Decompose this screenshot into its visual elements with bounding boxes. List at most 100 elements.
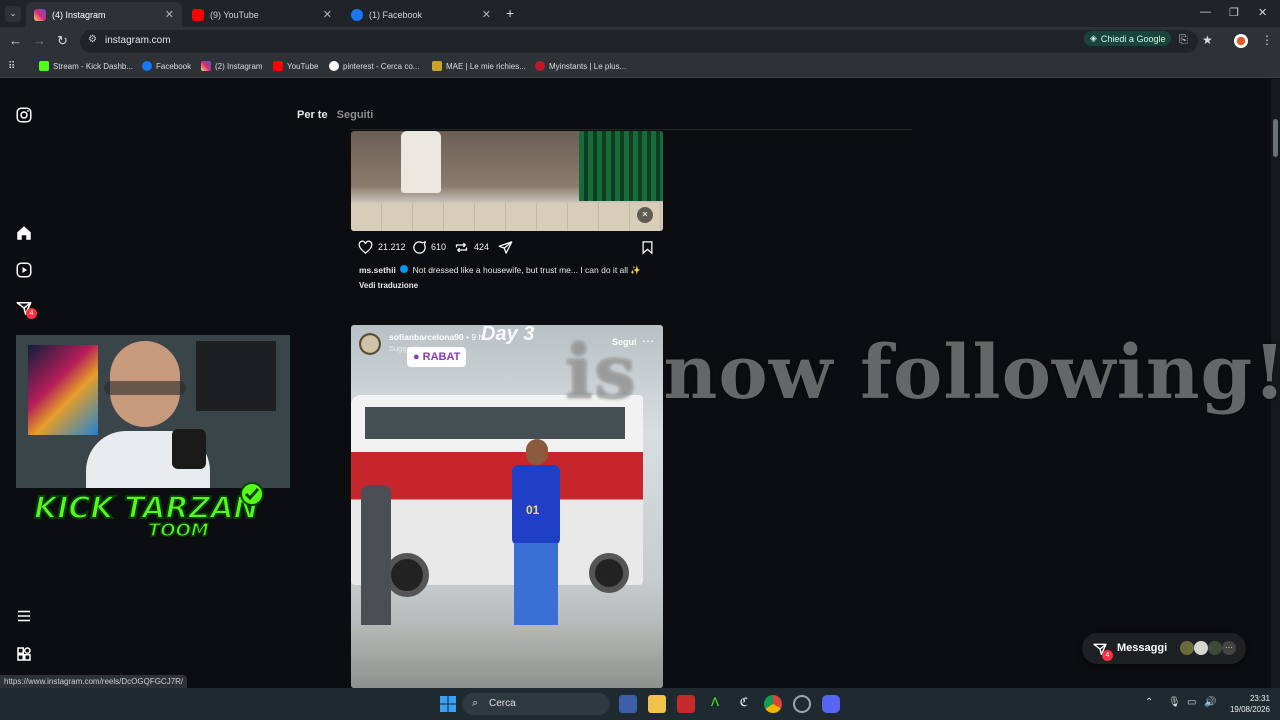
bookmark-instagram[interactable]: (2) Instagram — [201, 61, 263, 71]
reels-icon[interactable] — [15, 261, 33, 279]
share-icon[interactable] — [498, 240, 513, 255]
more-grid-icon[interactable] — [15, 645, 33, 663]
instagram-logo-icon[interactable] — [15, 106, 33, 124]
comment-icon[interactable] — [412, 240, 427, 255]
bookmark-pinterest[interactable]: pinterest - Cerca co... — [329, 61, 419, 71]
bookmark-label: pinterest - Cerca co... — [343, 61, 420, 71]
tab-search-chevron-icon[interactable]: ⌄ — [5, 6, 21, 22]
clock[interactable]: 23:31 19/08/2026 — [1224, 693, 1270, 715]
ask-google-button[interactable]: ◈ Chiedi a Google — [1084, 31, 1172, 46]
app-icon[interactable] — [677, 695, 695, 713]
like-heart-icon[interactable] — [358, 240, 373, 255]
site-info-icon[interactable]: ⚙ — [88, 34, 97, 45]
post-username[interactable]: sofianbarcelona90 — [389, 332, 464, 342]
location-sticker: ● RABAT — [407, 347, 467, 367]
apps-grid-icon[interactable]: ⠿ — [8, 61, 15, 72]
day-sticker: Day 3 — [481, 325, 535, 345]
kick-logo-subtext: TOOM — [148, 520, 209, 540]
facebook-favicon-icon — [351, 8, 363, 21]
bookmark-label: MAE | Le mie richies... — [446, 61, 526, 71]
restore-icon[interactable]: ❐ — [1229, 6, 1239, 19]
tab-youtube[interactable]: (9) YouTube ✕ — [184, 2, 340, 27]
post-caption: ms.sethii Not dressed like a housewife, … — [359, 264, 659, 292]
bystander-image — [361, 485, 391, 635]
bookmark-youtube[interactable]: YouTube — [273, 61, 318, 71]
streamer-image — [86, 341, 210, 488]
url-text: instagram.com — [105, 35, 171, 46]
more-avatars-icon: ⋯ — [1222, 641, 1236, 655]
file-explorer-icon[interactable] — [648, 695, 666, 713]
home-icon[interactable] — [15, 224, 33, 242]
menu-kebab-icon[interactable]: ⋮ — [1261, 33, 1273, 47]
bookmark-myinstants[interactable]: Myinstants | Le plus... — [535, 61, 626, 71]
close-tab-icon[interactable]: ✕ — [482, 8, 491, 21]
floor-image — [351, 625, 663, 688]
bookmark-star-icon[interactable]: ★ — [1202, 33, 1213, 47]
tray-chevron-icon[interactable]: ⌃ — [1145, 697, 1153, 708]
bookmark-facebook[interactable]: Facebook — [142, 61, 191, 71]
chrome-icon[interactable] — [764, 695, 782, 713]
tab-per-te[interactable]: Per te — [297, 109, 328, 121]
tab-seguiti[interactable]: Seguiti — [337, 109, 374, 121]
hamburger-menu-icon[interactable] — [15, 607, 33, 625]
app-icon[interactable] — [619, 695, 637, 713]
install-app-icon[interactable]: ⎘ — [1179, 34, 1188, 47]
bookmark-label: Stream - Kick Dashb... — [53, 61, 134, 71]
address-bar[interactable]: ⚙ instagram.com — [80, 30, 1198, 53]
notification-badge: 4 — [26, 308, 37, 319]
close-tab-icon[interactable]: ✕ — [323, 8, 332, 21]
lens-icon: ◈ — [1090, 33, 1097, 43]
post-media[interactable]: ✕ — [351, 131, 663, 231]
avatar — [1194, 641, 1208, 655]
avatar — [1208, 641, 1222, 655]
back-arrow-icon[interactable]: ← — [9, 33, 22, 48]
see-translation-link[interactable]: Vedi traduzione — [359, 280, 659, 292]
post-avatar[interactable] — [359, 333, 381, 355]
verified-badge-icon — [400, 265, 409, 273]
discord-icon[interactable] — [822, 695, 840, 713]
milk-jug-image — [401, 131, 441, 193]
windows-start-icon[interactable] — [440, 696, 456, 712]
mae-icon — [432, 61, 442, 71]
app-icon[interactable] — [793, 695, 811, 713]
ask-google-label: Chiedi a Google — [1100, 33, 1166, 44]
bookmark-label: Myinstants | Le plus... — [549, 61, 627, 71]
taskbar-search[interactable]: ⌕ Cerca — [462, 693, 610, 715]
bookmark-label: (2) Instagram — [215, 61, 263, 71]
close-tab-icon[interactable]: ✕ — [165, 8, 174, 21]
app-icon[interactable]: Λ — [706, 695, 724, 713]
scrollbar-thumb[interactable] — [1273, 119, 1278, 157]
google-icon — [329, 61, 339, 71]
bookmark-kick[interactable]: Stream - Kick Dashb... — [39, 61, 133, 71]
repost-icon[interactable] — [454, 240, 469, 255]
save-bookmark-icon[interactable] — [640, 240, 655, 255]
close-window-icon[interactable]: ✕ — [1258, 6, 1267, 19]
like-count: 21.212 — [378, 242, 406, 252]
bookmark-label: YouTube — [287, 61, 319, 71]
bookmark-mae[interactable]: MAE | Le mie richies... — [432, 61, 526, 71]
jersey-number: 01 — [526, 503, 540, 517]
crate-image — [579, 131, 663, 201]
follow-alert-text: is now following! — [565, 330, 1280, 416]
myinstants-icon — [535, 61, 545, 71]
kick-icon — [39, 61, 49, 71]
messages-button[interactable]: 4 Messaggi ⋯ — [1082, 633, 1246, 664]
clock-time: 23:31 — [1249, 694, 1270, 703]
tab-instagram[interactable]: (4) Instagram ✕ — [26, 2, 182, 27]
volume-icon[interactable]: 🔊 — [1204, 697, 1216, 708]
messages-badge: 4 — [1102, 650, 1113, 661]
app-icon[interactable]: ℭ — [735, 695, 753, 713]
minimize-icon[interactable]: — — [1200, 6, 1211, 18]
profile-avatar[interactable] — [1234, 34, 1248, 48]
instagram-icon — [201, 61, 211, 71]
comment-count: 610 — [431, 242, 447, 252]
post-username[interactable]: ms.sethii — [359, 265, 396, 275]
forward-arrow-icon[interactable]: → — [33, 33, 46, 48]
microphone-icon[interactable]: 🎙 — [1168, 697, 1181, 708]
search-placeholder: Cerca — [489, 698, 516, 709]
tab-facebook[interactable]: (1) Facebook ✕ — [343, 2, 499, 27]
reload-icon[interactable]: ↻ — [57, 33, 68, 49]
new-tab-plus-icon[interactable]: + — [506, 5, 514, 21]
network-icon[interactable]: ▭ — [1187, 697, 1196, 708]
mute-icon[interactable]: ✕ — [637, 207, 653, 223]
